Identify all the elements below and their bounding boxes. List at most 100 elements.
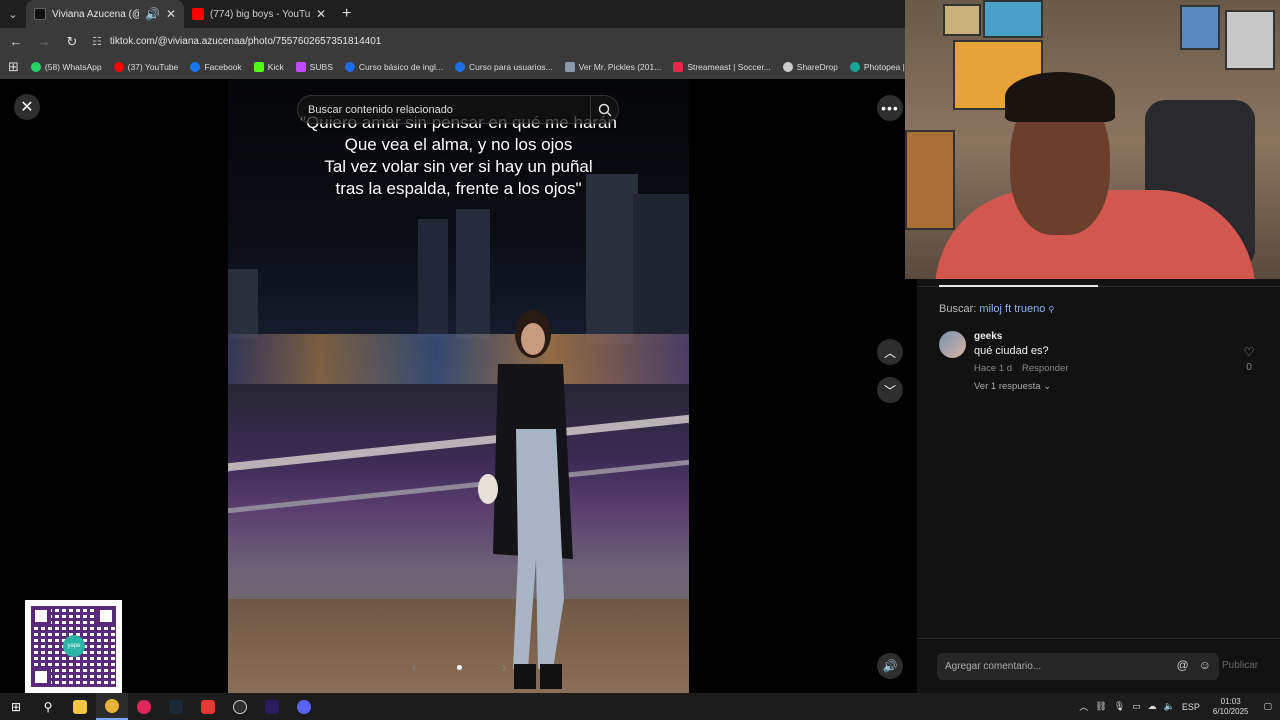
emoji-icon[interactable]: ☺ bbox=[1199, 658, 1211, 672]
avatar[interactable] bbox=[939, 331, 966, 358]
search-term-link[interactable]: miloj ft trueno bbox=[979, 303, 1045, 315]
tab-title: Viviana Azucena (@viviana... bbox=[52, 8, 139, 20]
wall-poster bbox=[983, 0, 1043, 38]
wall-poster bbox=[1180, 5, 1220, 50]
clock[interactable]: 01:03 6/10/2025 bbox=[1213, 697, 1249, 717]
bookmarks-bar: ⊞ (58) WhatsApp (37) YouTube Facebook Ki… bbox=[0, 55, 905, 79]
bookmark-label: (58) WhatsApp bbox=[44, 62, 102, 72]
photopea-icon bbox=[849, 62, 860, 72]
notifications-icon[interactable]: ▢ bbox=[1263, 701, 1272, 712]
search-icon[interactable]: ⚲ bbox=[32, 693, 64, 720]
volume-icon[interactable]: 🔊 bbox=[877, 653, 903, 679]
tab-title: (774) big boys - YouTube bbox=[210, 8, 310, 20]
course-icon bbox=[344, 62, 355, 72]
related-search-input[interactable]: Buscar contenido relacionado bbox=[297, 95, 619, 124]
speaker-icon[interactable]: 🔊 bbox=[145, 7, 160, 21]
obs-icon[interactable] bbox=[224, 693, 256, 720]
photo-carousel-nav: ‹ › bbox=[412, 657, 506, 677]
new-tab-button[interactable]: + bbox=[334, 5, 359, 23]
heart-icon[interactable]: ♡ bbox=[1242, 345, 1256, 359]
bookmark[interactable]: Streameast | Soccer... bbox=[673, 62, 771, 72]
chevron-up-icon[interactable]: ︿ bbox=[1079, 700, 1088, 713]
clock-time: 01:03 bbox=[1220, 696, 1241, 706]
steam-icon[interactable] bbox=[160, 693, 192, 720]
close-tab-icon[interactable]: ✕ bbox=[166, 7, 176, 21]
system-tray: ︿ ⛓ 🎙 ▭ ☁ 🔈 ESP 01:03 6/10/2025 ▢ bbox=[1079, 693, 1280, 720]
apps-grid-icon[interactable]: ⊞ bbox=[8, 59, 19, 75]
media-player-icon[interactable] bbox=[128, 693, 160, 720]
battery-icon[interactable]: ▭ bbox=[1132, 701, 1141, 712]
bookmark-label: SUBS bbox=[309, 62, 333, 72]
start-windows-icon[interactable]: ⊞ bbox=[0, 693, 32, 720]
chrome-icon[interactable] bbox=[96, 693, 128, 720]
discord-icon[interactable] bbox=[288, 693, 320, 720]
like-count: 0 bbox=[1246, 362, 1252, 373]
streameast-icon bbox=[673, 62, 684, 72]
bookmark[interactable]: (37) YouTube bbox=[113, 62, 178, 72]
bookmark[interactable]: ShareDrop bbox=[782, 62, 838, 72]
wall-poster bbox=[905, 130, 955, 230]
comment-input[interactable]: Agregar comentario... @ ☺ bbox=[937, 653, 1219, 680]
youtube-icon bbox=[113, 62, 124, 72]
bookmark-label: Curso para usuarios... bbox=[469, 62, 553, 72]
carousel-dot[interactable] bbox=[456, 664, 462, 670]
network-icon[interactable]: ⛓ bbox=[1095, 701, 1106, 712]
boat-deck bbox=[228, 599, 689, 693]
mention-icon[interactable]: @ bbox=[1177, 658, 1189, 672]
windows-taskbar: ⊞ ⚲ ︿ ⛓ 🎙 ▭ ☁ 🔈 ESP 01:03 6/10/2025 ▢ bbox=[0, 693, 1280, 720]
file-explorer-icon[interactable] bbox=[64, 693, 96, 720]
clock-date: 6/10/2025 bbox=[1212, 706, 1249, 716]
post-photo[interactable]: "Quiero amar sin pensar en qué me harán … bbox=[228, 79, 689, 693]
bookmark[interactable]: (58) WhatsApp bbox=[30, 62, 102, 72]
search-icon[interactable] bbox=[590, 95, 618, 124]
bookmark[interactable]: Kick bbox=[253, 62, 284, 72]
qr-corner bbox=[96, 606, 116, 626]
bookmark-label: Curso básico de ingl... bbox=[358, 62, 444, 72]
bookmark[interactable]: Ver Mr. Pickles (201... bbox=[564, 62, 661, 72]
related-search-placeholder: Buscar contenido relacionado bbox=[308, 103, 453, 116]
quote-line: Que vea el alma, y no los ojos bbox=[344, 135, 573, 154]
yape-logo-icon: yape bbox=[63, 635, 85, 657]
view-replies-button[interactable]: Ver 1 respuesta ⌄ bbox=[974, 381, 1051, 392]
building bbox=[228, 269, 258, 339]
bookmark[interactable]: SUBS bbox=[295, 62, 333, 72]
quote-line: tras la espalda, frente a los ojos" bbox=[335, 179, 582, 198]
bookmark[interactable]: Facebook bbox=[190, 62, 242, 72]
tab-search-button[interactable]: ⌄ bbox=[0, 0, 26, 28]
reload-icon[interactable]: ↻ bbox=[64, 34, 80, 50]
chevron-right-icon[interactable]: › bbox=[502, 660, 506, 674]
bookmark[interactable]: Curso para usuarios... bbox=[455, 62, 553, 72]
microphone-icon[interactable]: 🎙 bbox=[1114, 701, 1125, 712]
comment-username[interactable]: geeks bbox=[974, 331, 1002, 342]
url-field[interactable]: ☷ tiktok.com/@viviana.azucenaa/photo/755… bbox=[92, 31, 897, 53]
cloud-icon[interactable]: ☁ bbox=[1148, 701, 1157, 712]
chevron-up-icon[interactable]: ︿ bbox=[877, 339, 903, 365]
close-icon[interactable]: ✕ bbox=[14, 94, 40, 120]
premiere-icon[interactable] bbox=[256, 693, 288, 720]
tab-tiktok[interactable]: Viviana Azucena (@viviana... 🔊 ✕ bbox=[26, 0, 184, 28]
person-figure bbox=[478, 310, 573, 689]
forward-arrow-icon[interactable]: → bbox=[36, 34, 52, 49]
chevron-left-icon[interactable]: ‹ bbox=[412, 660, 416, 674]
sharedrop-icon bbox=[782, 62, 793, 72]
chevron-down-icon: ⌄ bbox=[1043, 381, 1052, 392]
search-suggestion[interactable]: Buscar: miloj ft trueno ⚲ bbox=[939, 303, 1054, 315]
more-options-icon[interactable]: ••• bbox=[877, 95, 903, 121]
reply-button[interactable]: Responder bbox=[1022, 363, 1068, 374]
language-indicator[interactable]: ESP bbox=[1182, 702, 1200, 712]
close-tab-icon[interactable]: ✕ bbox=[316, 7, 326, 21]
comments-panel: Buscar: miloj ft trueno ⚲ geeks qué ciud… bbox=[917, 279, 1280, 693]
publish-button[interactable]: Publicar bbox=[1222, 660, 1258, 671]
anydesk-icon[interactable] bbox=[192, 693, 224, 720]
site-info-icon[interactable]: ☷ bbox=[92, 35, 102, 48]
kick-icon bbox=[253, 62, 264, 72]
bookmark[interactable]: Curso básico de ingl... bbox=[344, 62, 444, 72]
address-bar: ← → ↻ ☷ tiktok.com/@viviana.azucenaa/pho… bbox=[0, 28, 905, 55]
railing bbox=[228, 414, 689, 472]
speaker-icon[interactable]: 🔈 bbox=[1164, 701, 1175, 712]
chevron-down-icon[interactable]: ﹀ bbox=[877, 377, 903, 403]
comment-time: Hace 1 d bbox=[974, 363, 1013, 374]
bookmark[interactable]: Photopea | Online P... bbox=[849, 62, 905, 72]
tab-youtube[interactable]: (774) big boys - YouTube ✕ bbox=[184, 0, 334, 28]
back-arrow-icon[interactable]: ← bbox=[8, 34, 24, 49]
